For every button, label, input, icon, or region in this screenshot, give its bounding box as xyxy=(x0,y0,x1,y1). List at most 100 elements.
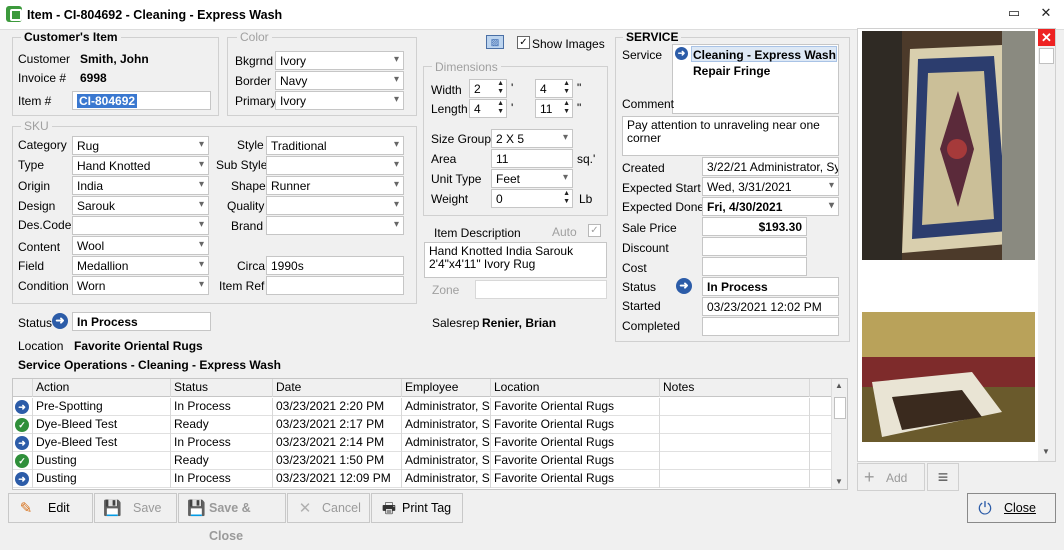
rug-photo-2[interactable] xyxy=(862,312,1035,442)
shape-select[interactable]: Runner xyxy=(266,176,404,195)
maximize-button[interactable]: ▭ xyxy=(1006,5,1022,21)
table-scroll-thumb[interactable] xyxy=(834,397,846,419)
service-item-2[interactable]: Repair Fringe xyxy=(693,64,770,78)
style-select[interactable]: Traditional xyxy=(266,136,404,155)
arrow-icon: ➜ xyxy=(15,436,29,450)
header-employee[interactable]: Employee xyxy=(402,379,491,397)
service-list[interactable]: ➜ Cleaning - Express Wash Repair Fringe xyxy=(672,44,839,114)
table-scrollbar[interactable]: ▲ ▼ xyxy=(831,379,847,489)
design-select[interactable]: Sarouk xyxy=(72,196,209,215)
close-button[interactable]: ⏻ Close xyxy=(967,493,1056,523)
size-group-select[interactable]: 2 X 5 xyxy=(491,129,573,148)
width-ft-stepper[interactable]: 2 xyxy=(469,79,507,98)
border-select[interactable]: Navy xyxy=(275,71,404,90)
origin-label: Origin xyxy=(18,179,51,193)
condition-select[interactable]: Worn xyxy=(72,276,209,295)
cell-status: Ready xyxy=(171,452,273,470)
itemref-field[interactable] xyxy=(266,276,404,295)
area-unit: sq.' xyxy=(577,152,596,166)
cancel-icon: ✕ xyxy=(298,500,312,517)
service-status-value: In Process xyxy=(702,277,839,296)
expected-done-label: Expected Done xyxy=(622,200,705,214)
edit-button[interactable]: ✎ Edit xyxy=(8,493,93,523)
header-location[interactable]: Location xyxy=(491,379,660,397)
content-select[interactable]: Wool xyxy=(72,236,209,255)
header-icon-col xyxy=(13,379,33,397)
item-number-label: Item # xyxy=(18,94,52,108)
type-select[interactable]: Hand Knotted xyxy=(72,156,209,175)
discount-label: Discount xyxy=(622,241,669,255)
operations-table: Action Status Date Employee Location Not… xyxy=(12,378,848,490)
dimensions-legend: Dimensions xyxy=(432,60,501,74)
power-icon: ⏻ xyxy=(978,499,992,518)
brand-select[interactable] xyxy=(266,216,404,235)
header-status[interactable]: Status xyxy=(171,379,273,397)
images-scrollbar[interactable]: ✕ ▼ xyxy=(1038,29,1055,461)
service-ops-title: Service Operations - Cleaning - Express … xyxy=(18,358,281,372)
length-ft-mark: ' xyxy=(511,101,514,115)
circa-field[interactable]: 1990s xyxy=(266,256,404,275)
window-title: Item - CI-804692 - Cleaning - Express Wa… xyxy=(27,8,283,22)
table-row[interactable]: ✓ Dusting Ready 03/23/2021 1:50 PM Administr… xyxy=(13,452,833,470)
circa-label: Circa xyxy=(237,259,266,273)
started-field: 03/23/2021 12:02 PM xyxy=(702,297,839,316)
status-arrow-icon[interactable]: ➜ xyxy=(52,313,68,329)
substyle-select[interactable] xyxy=(266,156,404,175)
comment-field[interactable]: Pay attention to unraveling near one cor… xyxy=(622,116,839,156)
origin-select[interactable]: India xyxy=(72,176,209,195)
sale-price-label: Sale Price xyxy=(622,221,677,235)
image-icon[interactable]: ▨ xyxy=(486,35,504,49)
zone-field[interactable] xyxy=(475,280,607,299)
remove-image-icon[interactable]: ✕ xyxy=(1038,29,1055,46)
header-date[interactable]: Date xyxy=(273,379,402,397)
comment-label: Comment xyxy=(622,97,675,111)
print-tag-button[interactable]: 🖶 Print Tag xyxy=(371,493,463,523)
length-in-stepper[interactable]: 11 xyxy=(535,99,573,118)
cell-status: In Process xyxy=(171,470,273,488)
category-select[interactable]: Rug xyxy=(72,136,209,155)
save-close-button[interactable]: 💾 Save & Close xyxy=(178,493,286,543)
content-label: Content xyxy=(18,240,61,254)
add-image-button[interactable]: + Add xyxy=(857,463,925,491)
service-status-arrow-icon[interactable]: ➜ xyxy=(676,278,692,294)
service-item-1[interactable]: Cleaning - Express Wash xyxy=(693,48,836,62)
descode-select[interactable] xyxy=(72,216,209,235)
table-row[interactable]: ➜ Pre-Spotting In Process 03/23/2021 2:20 P… xyxy=(13,398,833,416)
cell-action: Dusting xyxy=(33,452,171,470)
cell-employee: Administrator, Sys xyxy=(402,470,491,488)
discount-field[interactable] xyxy=(702,237,807,256)
cell-date: 03/23/2021 2:20 PM xyxy=(273,398,402,416)
area-field[interactable]: 11 xyxy=(491,149,573,168)
bkgrnd-select[interactable]: Ivory xyxy=(275,51,404,70)
length-ft-stepper[interactable]: 4 xyxy=(469,99,507,118)
window-close-button[interactable]: ✕ xyxy=(1038,5,1054,21)
table-row[interactable]: ➜ Dye-Bleed Test In Process 03/23/2021 2:14… xyxy=(13,434,833,452)
quality-select[interactable] xyxy=(266,196,404,215)
field-select[interactable]: Medallion xyxy=(72,256,209,275)
cell-employee: Administrator, Sys xyxy=(402,434,491,452)
header-action[interactable]: Action xyxy=(33,379,171,397)
images-scroll-thumb[interactable] xyxy=(1039,48,1054,64)
cost-field[interactable] xyxy=(702,257,807,276)
expected-start-select[interactable]: Wed, 3/31/2021 xyxy=(702,177,839,196)
table-row[interactable]: ✓ Dye-Bleed Test Ready 03/23/2021 2:17 PM Ad… xyxy=(13,416,833,434)
show-images-checkbox[interactable]: ✓ xyxy=(517,36,530,49)
sale-price-field[interactable]: $193.30 xyxy=(702,217,807,236)
item-number-field[interactable]: CI-804692 xyxy=(72,91,211,110)
auto-checkbox[interactable]: ✓ xyxy=(588,224,601,237)
cell-location: Favorite Oriental Rugs xyxy=(491,452,660,470)
expected-done-select[interactable]: Fri, 4/30/2021 xyxy=(702,197,839,216)
cell-date: 03/23/2021 1:50 PM xyxy=(273,452,402,470)
rug-photo-1[interactable] xyxy=(862,31,1035,260)
item-description-field[interactable]: Hand Knotted India Sarouk 2'4"x4'11" Ivo… xyxy=(424,242,607,278)
width-in-stepper[interactable]: 4 xyxy=(535,79,573,98)
menu-icon[interactable]: ≡ xyxy=(927,463,959,491)
unit-type-select[interactable]: Feet xyxy=(491,169,573,188)
table-row[interactable]: ➜ Dusting In Process 03/23/2021 12:09 PM Adm… xyxy=(13,470,833,488)
weight-stepper[interactable]: 0 xyxy=(491,189,573,208)
primary-select[interactable]: Ivory xyxy=(275,91,404,110)
header-notes[interactable]: Notes xyxy=(660,379,810,397)
save-button[interactable]: 💾 Save xyxy=(94,493,177,523)
cancel-button[interactable]: ✕ Cancel xyxy=(287,493,370,523)
edit-label: Edit xyxy=(48,501,70,515)
